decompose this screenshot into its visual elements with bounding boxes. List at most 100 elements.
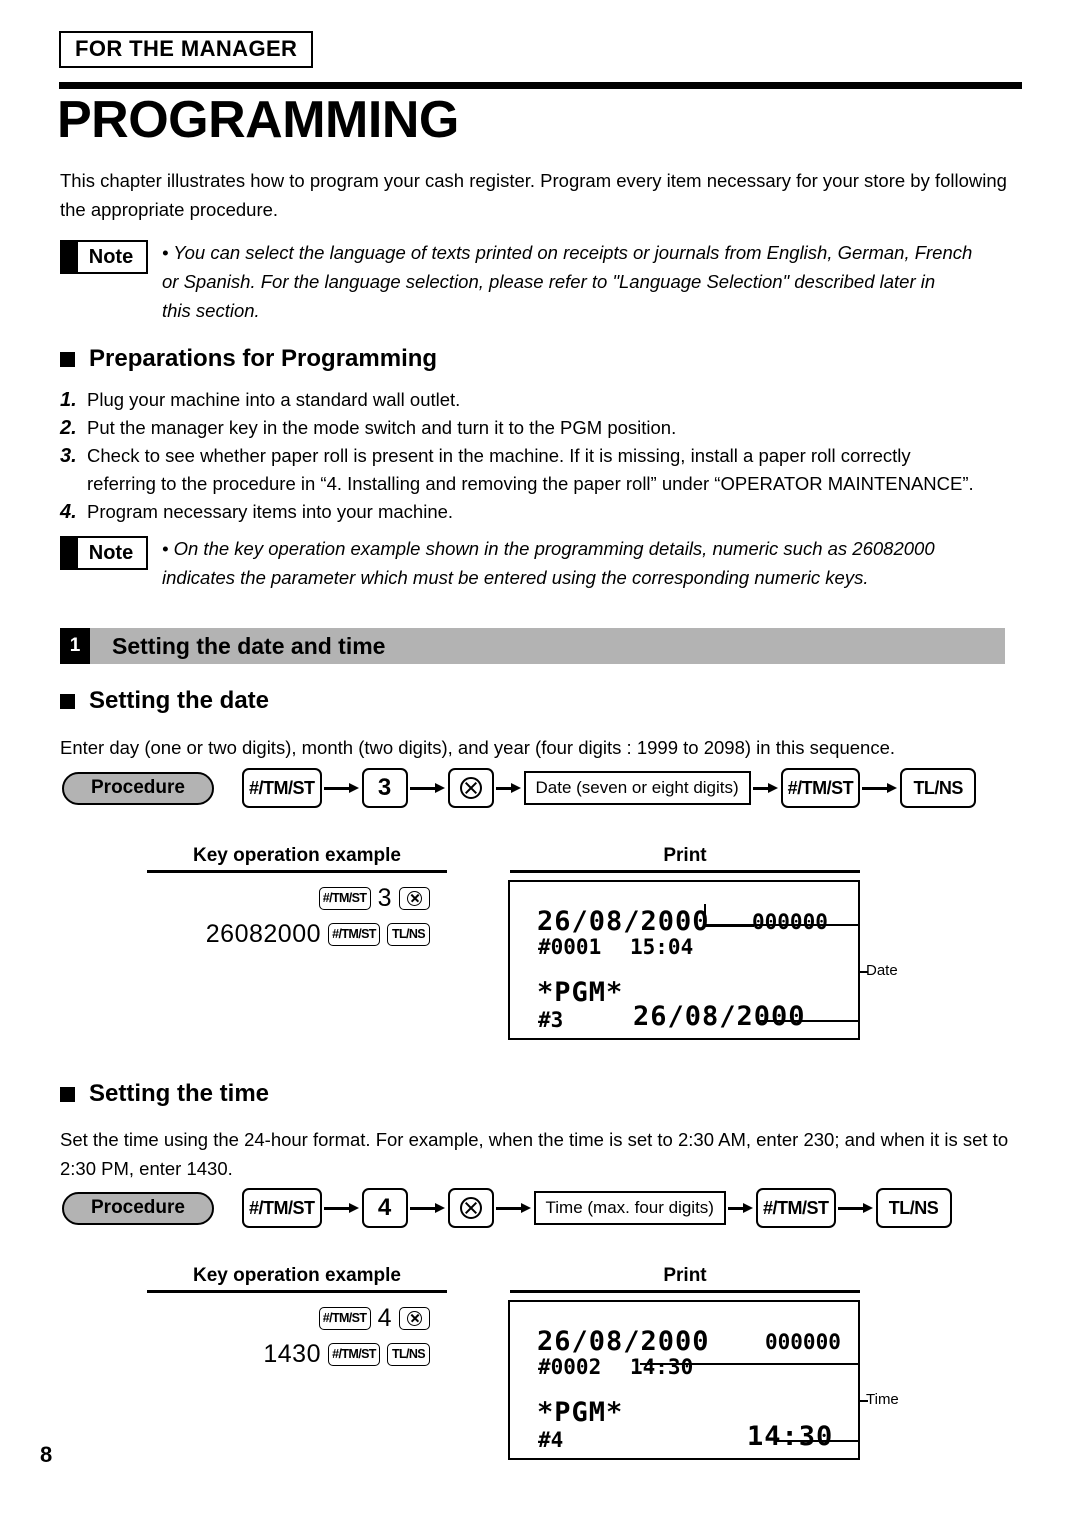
note-label: Note (88, 542, 134, 564)
print-sample-time: 26/08/2000 000000 #0002 14:30 *PGM* #4 1… (508, 1300, 860, 1460)
callout-line (760, 1020, 860, 1022)
receipt-code: #4 (538, 1428, 564, 1452)
receipt-date: 26/08/2000 (537, 906, 710, 937)
key-number: 3 (361, 768, 408, 808)
arrow-icon (322, 782, 362, 794)
callout-label-date: Date (866, 962, 898, 979)
note-label: Note (88, 246, 134, 268)
key-tm-st: #/TM/ST (780, 768, 861, 808)
key-multiply (399, 886, 430, 910)
note-block-numeric: Note • On the key operation example show… (60, 534, 1020, 592)
intro-paragraph: This chapter illustrates how to program … (60, 170, 1007, 220)
arrow-icon (836, 1202, 876, 1214)
list-item: 3. Check to see whether paper roll is pr… (60, 442, 1020, 470)
receipt-value: 14:30 (747, 1421, 834, 1452)
key-operation-example-heading: Key operation example (192, 1265, 402, 1286)
key-example-row: 26082000 #/TM/ST TL/NS (150, 916, 430, 952)
column-rule (147, 870, 447, 873)
multiply-circle-icon (459, 777, 482, 799)
note-bar-icon (62, 242, 78, 272)
procedure-badge: Procedure (62, 1191, 214, 1225)
column-rule (147, 1290, 447, 1293)
manager-tag: FOR THE MANAGER (59, 31, 314, 68)
multiply-circle-icon (407, 1310, 422, 1326)
receipt-value: 26/08/2000 (633, 1001, 806, 1032)
preparations-list: 1. Plug your machine into a standard wal… (60, 386, 1020, 526)
parameter-box-date: Date (seven or eight digits) (523, 771, 751, 805)
key-operation-example-heading: Key operation example (192, 845, 402, 866)
key-tl-ns: TL/NS (900, 768, 977, 808)
note-line: this section. (162, 300, 260, 321)
key-example-digits: 1430 (263, 1340, 321, 1368)
arrow-icon (408, 1202, 448, 1214)
key-tm-st: #/TM/ST (328, 922, 380, 946)
print-heading: Print (663, 845, 707, 866)
key-tm-st: #/TM/ST (328, 1342, 380, 1366)
parameter-box-time: Time (max. four digits) (533, 1191, 726, 1225)
callout-line (776, 1440, 858, 1442)
column-rule (510, 870, 860, 873)
key-tm-st: #/TM/ST (242, 768, 322, 808)
key-tm-st: #/TM/ST (318, 1306, 371, 1330)
preparations-heading-label: Preparations for Programming (89, 345, 438, 372)
arrow-icon (408, 782, 448, 794)
callout-bracket (858, 1363, 860, 1442)
procedure-flow-time: #/TM/ST 4 Time (max. four digits) #/TM/S… (242, 1188, 952, 1228)
note-badge: Note (60, 240, 148, 274)
receipt-date: 26/08/2000 (537, 1326, 710, 1357)
key-tl-ns: TL/NS (875, 1188, 952, 1228)
arrow-icon (860, 782, 900, 794)
list-item: 1. Plug your machine into a standard wal… (60, 386, 1020, 414)
list-item-number: 1. (60, 389, 77, 411)
receipt-consecutive-no: #0001 (538, 935, 602, 959)
key-multiply (447, 1188, 494, 1228)
setting-time-heading-label: Setting the time (89, 1080, 270, 1107)
list-item-number: 3. (60, 445, 77, 467)
callout-line (640, 1363, 858, 1365)
key-multiply (399, 1306, 430, 1330)
key-example-row: 1430 #/TM/ST TL/NS (150, 1336, 430, 1372)
key-multiply (447, 768, 494, 808)
key-number: 4 (361, 1188, 408, 1228)
key-operation-example-time: #/TM/ST 4 1430 #/TM/ST TL/NS (150, 1300, 430, 1372)
preparations-heading: Preparations for Programming (60, 345, 437, 373)
key-tm-st: #/TM/ST (318, 886, 371, 910)
key-example-row: #/TM/ST 4 (150, 1300, 430, 1336)
setting-date-heading: Setting the date (60, 687, 269, 715)
receipt-counter: 000000 (765, 1330, 841, 1354)
note-badge: Note (60, 536, 148, 570)
key-tl-ns: TL/NS (387, 922, 430, 946)
note-block-language: Note • You can select the language of te… (60, 238, 1020, 325)
arrow-icon (751, 782, 781, 794)
setting-time-heading: Setting the time (60, 1080, 269, 1108)
arrow-icon (494, 782, 524, 794)
note-text: • On the key operation example shown in … (148, 534, 1017, 592)
multiply-circle-icon (407, 890, 422, 906)
setting-time-paragraph: Set the time using the 24-hour format. F… (60, 1129, 1009, 1179)
key-example-digits: 26082000 (205, 920, 321, 948)
key-tm-st: #/TM/ST (755, 1188, 836, 1228)
page-title: PROGRAMMING (57, 91, 459, 149)
list-item-number: 4. (60, 501, 77, 523)
multiply-circle-icon (459, 1197, 482, 1219)
receipt-code: #3 (538, 1008, 564, 1032)
print-sample-date: 26/08/2000 000000 #0001 15:04 *PGM* #3 2… (508, 880, 860, 1040)
arrow-icon (494, 1202, 534, 1214)
note-line: • On the key operation example shown in … (162, 538, 935, 559)
square-bullet-icon (60, 1086, 75, 1102)
key-tm-st: #/TM/ST (242, 1188, 322, 1228)
arrow-icon (322, 1202, 362, 1214)
receipt-time: 14:30 (630, 1355, 694, 1379)
key-tl-ns: TL/NS (387, 1342, 430, 1366)
header-rule (59, 82, 1022, 89)
list-item-text: Check to see whether paper roll is prese… (87, 445, 911, 466)
note-bar-icon (62, 538, 78, 568)
square-bullet-icon (60, 351, 75, 367)
list-item-text: Put the manager key in the mode switch a… (87, 417, 677, 438)
key-operation-example-date: #/TM/ST 3 26082000 #/TM/ST TL/NS (150, 880, 430, 952)
list-item-text: Program necessary items into your machin… (87, 501, 454, 522)
square-bullet-icon (60, 693, 75, 709)
callout-label-time: Time (866, 1391, 899, 1408)
receipt-time: 15:04 (630, 935, 694, 959)
section-title: Setting the date and time (90, 628, 1005, 664)
